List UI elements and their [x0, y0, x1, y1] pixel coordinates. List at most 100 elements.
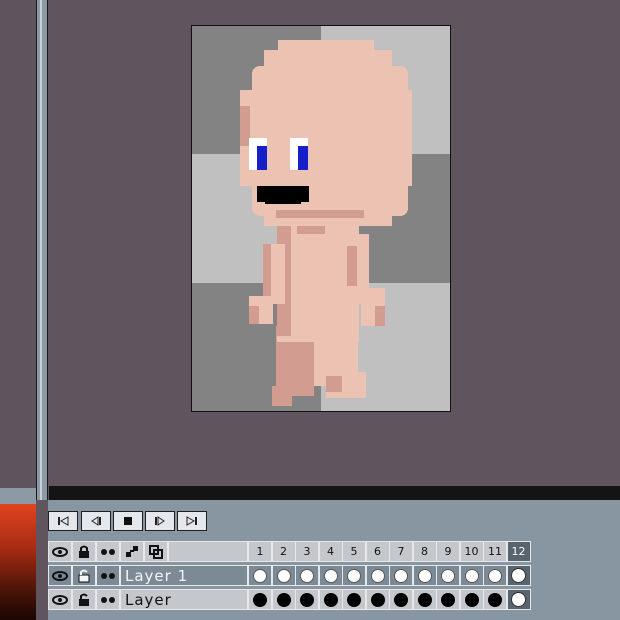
unlock-icon	[79, 593, 89, 606]
layer-name[interactable]: Layer 1	[120, 565, 248, 586]
frame-cell[interactable]	[483, 565, 507, 586]
last-frame-button[interactable]	[177, 511, 207, 531]
keyframe-dot	[464, 592, 479, 607]
header-spacer	[168, 541, 248, 562]
keyframe-dot	[276, 568, 291, 583]
play-button[interactable]	[145, 511, 175, 531]
keyframe-dot	[300, 568, 314, 583]
frame-cell[interactable]	[365, 565, 390, 586]
stop-button[interactable]	[113, 511, 143, 531]
color-gradient-picker[interactable]	[0, 504, 36, 620]
frame-number-11[interactable]: 11	[483, 541, 507, 562]
layer-onion-toggle[interactable]	[96, 589, 120, 610]
frame-number-5[interactable]: 5	[342, 541, 366, 562]
duplicate-header[interactable]	[144, 541, 168, 562]
layer-visibility-toggle[interactable]	[48, 565, 72, 586]
layer-row-2[interactable]: Layer	[48, 589, 620, 612]
frame-number-3[interactable]: 3	[295, 541, 319, 562]
frame-cell[interactable]	[271, 589, 296, 610]
onion-skin-icon	[101, 596, 115, 603]
onion-skin-header[interactable]	[96, 541, 120, 562]
onion-skin-icon	[101, 572, 115, 579]
first-frame-icon	[58, 516, 69, 526]
layer-lock-toggle[interactable]	[72, 589, 96, 610]
onion-skin-icon	[101, 548, 115, 555]
canvas-scrollbar[interactable]	[49, 486, 620, 500]
frame-number-7[interactable]: 7	[389, 541, 413, 562]
frame-number-6[interactable]: 6	[365, 541, 390, 562]
keyframe-dot	[300, 592, 314, 607]
frame-cell[interactable]	[506, 565, 531, 586]
left-panel	[0, 0, 36, 488]
frame-cell[interactable]	[295, 565, 319, 586]
frame-cell[interactable]	[248, 589, 272, 610]
eye-icon	[52, 594, 68, 605]
layer-name[interactable]: Layer	[120, 589, 248, 610]
frame-cell[interactable]	[318, 589, 343, 610]
layer-lock-toggle[interactable]	[72, 565, 96, 586]
visibility-header[interactable]	[48, 541, 72, 562]
frame-cell[interactable]	[506, 589, 531, 610]
previous-frame-icon	[91, 516, 101, 526]
link-header[interactable]	[120, 541, 144, 562]
pixel-art-character	[192, 26, 450, 411]
keyframe-dot	[370, 568, 385, 583]
frame-cell[interactable]	[271, 565, 296, 586]
timeline-header-row: 1 2 3 4 5 6 7 8 9 10 11 12	[48, 541, 620, 564]
keyframe-dot	[441, 592, 455, 607]
frame-cell[interactable]	[389, 565, 413, 586]
keyframe-dot	[488, 568, 502, 583]
frame-cell[interactable]	[342, 589, 366, 610]
frame-cell[interactable]	[412, 589, 437, 610]
frame-cell[interactable]	[318, 565, 343, 586]
link-icon	[126, 545, 138, 557]
frame-number-1[interactable]: 1	[248, 541, 272, 562]
frame-cell[interactable]	[389, 589, 413, 610]
panel-splitter[interactable]	[36, 0, 48, 500]
keyframe-dot	[511, 592, 526, 607]
lock-header[interactable]	[72, 541, 96, 562]
frame-number-4[interactable]: 4	[318, 541, 343, 562]
unlock-icon	[78, 569, 90, 582]
frame-cell[interactable]	[342, 565, 366, 586]
keyframe-dot	[417, 592, 432, 607]
keyframe-dot	[394, 568, 408, 583]
frame-cell[interactable]	[295, 589, 319, 610]
frame-cell[interactable]	[248, 565, 272, 586]
play-icon	[155, 516, 165, 526]
keyframe-dot	[347, 592, 361, 607]
keyframe-dot	[370, 592, 385, 607]
keyframe-dot	[347, 568, 361, 583]
layer-row-1[interactable]: Layer 1	[48, 565, 620, 588]
layer-onion-toggle[interactable]	[96, 565, 120, 586]
keyframe-dot	[323, 592, 338, 607]
frame-cell[interactable]	[436, 565, 460, 586]
previous-frame-button[interactable]	[81, 511, 111, 531]
keyframe-dot	[253, 568, 267, 583]
keyframe-dot	[253, 592, 267, 607]
drawing-canvas[interactable]	[191, 25, 451, 412]
frame-cell[interactable]	[412, 565, 437, 586]
frame-cell[interactable]	[459, 589, 484, 610]
frame-number-2[interactable]: 2	[271, 541, 296, 562]
frame-cell[interactable]	[459, 565, 484, 586]
frame-number-9[interactable]: 9	[436, 541, 460, 562]
frame-number-10[interactable]: 10	[459, 541, 484, 562]
keyframe-dot	[441, 568, 455, 583]
keyframe-dot	[511, 568, 526, 583]
keyframe-dot	[276, 592, 291, 607]
eye-icon	[52, 546, 68, 557]
keyframe-dot	[394, 592, 408, 607]
layer-visibility-toggle[interactable]	[48, 589, 72, 610]
frame-number-8[interactable]: 8	[412, 541, 437, 562]
first-frame-button[interactable]	[48, 511, 78, 531]
keyframe-dot	[464, 568, 479, 583]
eye-icon	[52, 570, 68, 581]
frame-cell[interactable]	[483, 589, 507, 610]
frame-number-12[interactable]: 12	[506, 541, 531, 562]
last-frame-icon	[186, 516, 197, 526]
lock-icon	[79, 545, 89, 558]
frame-cell[interactable]	[436, 589, 460, 610]
stop-icon	[124, 517, 132, 525]
frame-cell[interactable]	[365, 589, 390, 610]
